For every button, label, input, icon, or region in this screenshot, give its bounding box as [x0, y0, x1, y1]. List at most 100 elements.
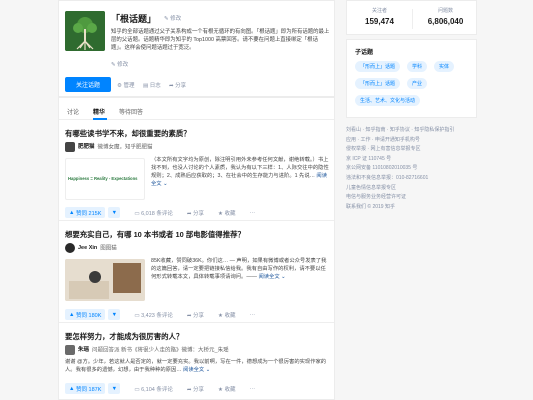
favorite-action[interactable]: ★ 收藏 — [218, 311, 235, 319]
subtopic-chip[interactable]: 实体 — [434, 61, 455, 72]
tab-waiting[interactable]: 等待回答 — [119, 107, 143, 116]
upvote-button[interactable]: ▲ 赞同 215K — [65, 207, 106, 218]
followers-stat[interactable]: 关注者 159,474 — [347, 7, 412, 26]
follow-topic-button[interactable]: 关注话题 — [65, 77, 111, 92]
followers-count: 159,474 — [365, 17, 394, 26]
footer-line[interactable]: 应用 · 工作 · 申请开通知乎机构号 — [346, 136, 477, 146]
topic-avatar — [65, 11, 105, 51]
author-name[interactable]: 朱瑶 — [78, 347, 89, 353]
questions-count: 6,806,040 — [427, 17, 464, 26]
comment-button[interactable]: ▭ 3,423 条评论 — [134, 311, 173, 319]
footer-line[interactable]: 侵权举报 · 网上有害信息举报专区 — [346, 145, 477, 155]
more-button[interactable]: ··· — [250, 312, 256, 318]
star-icon: ★ — [218, 386, 223, 393]
answer-excerpt[interactable]: （本文所有文字均为原创，除注明引用外未参考任何文献，谢绝转载。）书上找不到，也没… — [151, 156, 331, 188]
downvote-button[interactable]: ▼ — [108, 207, 121, 218]
subtopic-chip[interactable]: 「形而上」话题 — [355, 61, 401, 72]
comment-icon: ▭ — [134, 312, 140, 319]
footer-line[interactable]: 电信与服务业务经营许可证 — [346, 193, 477, 203]
author-bio: 微博女魔，知乎肥肥猫 — [97, 144, 153, 151]
subtopic-chip[interactable]: 产业 — [407, 78, 428, 89]
triangle-down-icon: ▼ — [111, 311, 118, 318]
action-bar: ▲ 赞同 180K ▼ ▭ 3,423 条评论 ➦ 分享 ★ 收藏 ··· — [65, 309, 269, 320]
author-row: 朱瑶 问题回答派 新书《将很少人走的路》微博：大桥元_朱瑶 — [65, 345, 229, 355]
upvote-button[interactable]: ▲ 赞同 187K — [65, 383, 106, 394]
star-icon: ★ — [218, 210, 223, 217]
author-name[interactable]: 肥肥猫 — [78, 144, 95, 150]
answer-thumbnail[interactable] — [65, 259, 145, 301]
question-title[interactable]: 有哪些读书学不来，却很重要的素质？ — [65, 128, 191, 139]
action-bar: ▲ 赞同 187K ▼ ▭ 6,104 条评论 ➦ 分享 ★ 收藏 ··· — [65, 383, 269, 394]
topic-title: 「根话题」 — [111, 14, 157, 24]
triangle-up-icon: ▲ — [69, 311, 75, 318]
topic-stats: 关注者 159,474 问题数 6,806,040 — [346, 0, 477, 35]
avatar[interactable] — [65, 142, 75, 152]
triangle-down-icon: ▼ — [111, 209, 118, 216]
favorite-action[interactable]: ★ 收藏 — [218, 209, 235, 217]
topic-header: 「根话题」 ✎ 修改 知乎的全部话题通过父子关系构成一个有根无循环的有向图。「根… — [58, 0, 335, 97]
subtopics-title: 子话题 — [355, 50, 374, 56]
share-icon: ➦ — [186, 386, 192, 393]
more-icon: ··· — [249, 209, 256, 216]
edit-description-link[interactable]: ✎ 修改 — [111, 60, 128, 68]
read-more-link[interactable]: 阅读全文 ⌄ — [183, 367, 210, 373]
gear-icon: ⚙ — [117, 83, 122, 89]
subtopic-chip[interactable]: 学科 — [407, 61, 428, 72]
share-icon: ➦ — [169, 83, 174, 89]
more-icon: ··· — [249, 385, 256, 392]
subtopic-chip[interactable]: 「形而上」话题 — [355, 78, 401, 89]
feed-item: 想要充实自己，有哪 10 本书或者 10 部电影值得推荐？ Jee Xin 图图猫… — [59, 221, 334, 323]
answer-excerpt[interactable]: 85K收藏，赞同破36K。你们这… — 声明，如果有微博或者公众号发表了我的这篇… — [151, 257, 331, 281]
share-action[interactable]: ➦ 分享 — [187, 385, 204, 393]
author-row: 肥肥猫 微博女魔，知乎肥肥猫 — [65, 142, 153, 152]
read-more-link[interactable]: 阅读全文 ⌄ — [258, 274, 285, 280]
author-bio: 问题回答派 新书《将很少人走的路》微博：大桥元_朱瑶 — [92, 347, 229, 354]
upvote-button[interactable]: ▲ 赞同 180K — [65, 309, 106, 320]
favorite-action[interactable]: ★ 收藏 — [218, 385, 235, 393]
share-icon: ➦ — [186, 210, 192, 217]
pencil-icon: ✎ — [164, 16, 169, 22]
more-button[interactable]: ··· — [250, 210, 256, 216]
pencil-icon: ✎ — [111, 62, 116, 68]
tab-essence[interactable]: 精华 — [93, 107, 105, 116]
footer-line[interactable]: 刘看山 · 知乎指南 · 知乎协议 · 知乎隐私保护指引 — [346, 126, 477, 136]
downvote-button[interactable]: ▼ — [108, 383, 121, 394]
question-title[interactable]: 想要充实自己，有哪 10 本书或者 10 部电影值得推荐？ — [65, 229, 245, 240]
topic-feed: 讨论 精华 等待回答 有哪些读书学不来，却很重要的素质？ 肥肥猫 微博女魔，知乎肥… — [58, 97, 335, 400]
comment-button[interactable]: ▭ 6,104 条评论 — [134, 385, 173, 393]
triangle-up-icon: ▲ — [69, 209, 75, 216]
footer-line[interactable]: 违法和不良信息举报：010-82716601 — [346, 174, 477, 184]
answer-excerpt[interactable]: 谢谢 @方。少年，若这就人是否定的，就一定要充实。我以前啊，写在一件，德想成为一… — [65, 358, 329, 374]
manage-button[interactable]: ⚙ 管理 — [117, 81, 134, 89]
share-action[interactable]: ➦ 分享 — [187, 209, 204, 217]
more-button[interactable]: ··· — [250, 386, 256, 392]
author-row: Jee Xin 图图猫 — [65, 243, 117, 253]
share-action[interactable]: ➦ 分享 — [187, 311, 204, 319]
tab-discussion[interactable]: 讨论 — [67, 107, 79, 116]
feed-item: 有哪些读书学不来，却很重要的素质？ 肥肥猫 微博女魔，知乎肥肥猫 Happines… — [59, 120, 334, 221]
tab-bar: 讨论 精华 等待回答 — [59, 98, 334, 120]
comment-button[interactable]: ▭ 6,018 条评论 — [134, 209, 173, 217]
avatar[interactable] — [65, 243, 75, 253]
author-name[interactable]: Jee Xin — [78, 245, 97, 251]
log-button[interactable]: ▤ 日志 — [143, 81, 161, 89]
more-icon: ··· — [249, 311, 256, 318]
share-button[interactable]: ➦ 分享 — [169, 81, 186, 89]
footer-line[interactable]: 京公网安备 11010802010035 号 — [346, 164, 477, 174]
topic-description: 知乎的全部话题通过父子关系构成一个有根无循环的有向图。「根话题」即为所有话题的最… — [111, 29, 330, 51]
thumbnail-caption: Happiness = Reality - Expectations — [68, 176, 138, 181]
subtopic-chip[interactable]: 生活、艺术、文化与活动 — [355, 95, 421, 106]
edit-title-link[interactable]: ✎ 修改 — [164, 14, 181, 22]
chevron-down-icon: ⌄ — [205, 367, 211, 373]
share-icon: ➦ — [186, 312, 192, 319]
footer-line[interactable]: 京 ICP 证 110745 号 — [346, 155, 477, 165]
subtopics-panel: 子话题 「形而上」话题 学科 实体 「形而上」话题 产业 生活、艺术、文化与活动 — [346, 39, 477, 118]
questions-stat[interactable]: 问题数 6,806,040 — [413, 7, 478, 26]
footer-line[interactable]: 儿童色情信息举报专区 — [346, 184, 477, 194]
footer-line[interactable]: 联系我们 © 2019 知乎 — [346, 203, 477, 213]
question-title[interactable]: 要怎样努力，才能成为很厉害的人？ — [65, 331, 183, 342]
downvote-button[interactable]: ▼ — [108, 309, 121, 320]
answer-thumbnail[interactable]: Happiness = Reality - Expectations — [65, 158, 145, 200]
chevron-down-icon: ⌄ — [281, 274, 286, 280]
avatar[interactable] — [65, 345, 75, 355]
